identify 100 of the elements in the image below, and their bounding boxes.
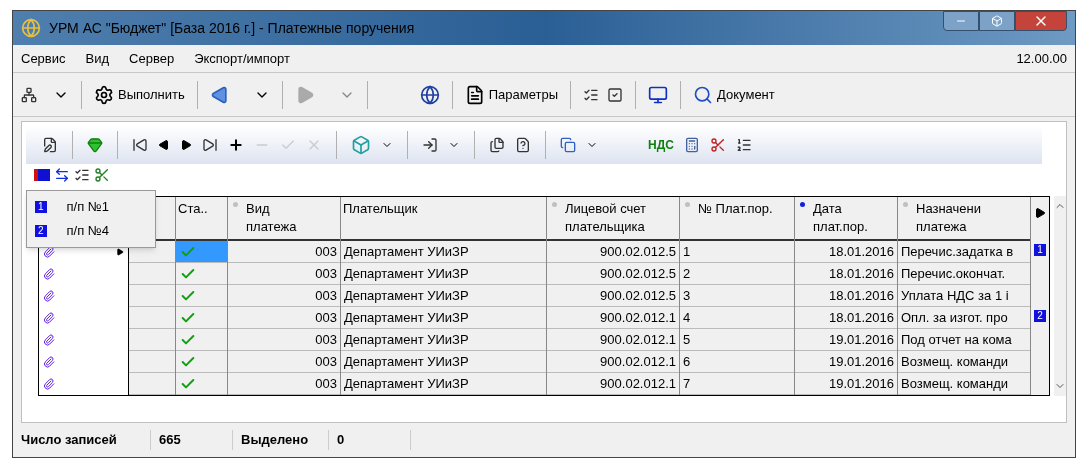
column-header[interactable]: Плательщик (341, 197, 546, 241)
table-cell: 900.02.012.5 (547, 241, 679, 263)
table-cell: Уплата НДС за 1 і (898, 285, 1030, 307)
back-arrow-icon[interactable] (209, 84, 230, 105)
table-cell: Опл. за изгот. про (898, 307, 1030, 329)
cut-icon[interactable] (94, 167, 110, 183)
table-cell: 19.01.2016 (795, 373, 897, 395)
numbered-list-icon[interactable] (735, 137, 752, 153)
version-label: 12.00.00 (1016, 49, 1067, 68)
table-cell: 19.01.2016 (795, 351, 897, 373)
table-cell: 003 (228, 241, 340, 263)
document-button[interactable]: Документ (693, 84, 775, 105)
table-cell: Департамент УИиЗР (341, 263, 546, 285)
table-cell: 003 (228, 329, 340, 351)
table-cell: 900.02.012.5 (547, 285, 679, 307)
globe-icon[interactable] (419, 84, 440, 105)
column-header[interactable]: Дата плат.пор. (795, 197, 897, 241)
table-cell: 003 (228, 373, 340, 395)
table-cell: 900.02.012.1 (547, 329, 679, 351)
bookmark-badge: 2 (1034, 310, 1046, 322)
bookmark-label: п/п №4 (66, 222, 110, 241)
attachment-icon (43, 376, 55, 392)
table-cell: 003 (228, 285, 340, 307)
status-value: 665 (151, 430, 233, 450)
bookmark-badge: 2 (35, 225, 47, 237)
table-cell: 900.02.012.5 (547, 263, 679, 285)
table-cell: Перечис.задатка в (898, 241, 1030, 263)
checkbox-icon[interactable] (607, 86, 624, 103)
table-cell: 18.01.2016 (795, 263, 897, 285)
search-icon (693, 84, 714, 105)
next-record-icon[interactable] (180, 139, 192, 151)
attachment-icon (43, 354, 55, 370)
table-cell: 6 (680, 351, 794, 373)
table-cell: 18.01.2016 (795, 241, 897, 263)
table-cell: 1 (680, 241, 794, 263)
maximize-button[interactable] (979, 11, 1015, 31)
table-cell: 4 (680, 307, 794, 329)
run-button[interactable]: Выполнить (94, 84, 185, 105)
document-question-icon[interactable] (515, 137, 531, 153)
table-cell: Департамент УИиЗР (341, 351, 546, 373)
table-cell: 900.02.012.1 (547, 373, 679, 395)
edit-document-icon[interactable] (42, 137, 58, 153)
add-icon[interactable] (228, 137, 244, 153)
scissors-icon[interactable] (709, 137, 726, 153)
documents-icon[interactable] (489, 137, 505, 153)
monitor-icon[interactable] (648, 84, 669, 105)
table-cell: 7 (680, 373, 794, 395)
checklist-icon[interactable] (74, 167, 90, 183)
column-header[interactable]: Назначени платежа (898, 197, 1030, 241)
parameters-button[interactable]: Параметры (464, 84, 559, 105)
column-header[interactable]: Ста.. (176, 197, 227, 241)
bookmark-badge: 1 (35, 201, 47, 213)
menu-item[interactable]: Сервис (21, 48, 66, 69)
cubes-icon[interactable] (351, 135, 371, 155)
gear-icon (94, 84, 114, 105)
table-cell: Возмещ. команди (898, 351, 1030, 373)
import-icon[interactable] (422, 137, 438, 153)
attachment-icon (43, 332, 55, 348)
gem-icon[interactable] (87, 137, 103, 153)
window-title: УРМ АС "Бюджет" [База 2016 г.] - Платежные поручения (49, 18, 415, 38)
copy-icon[interactable] (560, 137, 576, 153)
attachment-icon (43, 266, 55, 282)
menu-item[interactable]: Вид (85, 48, 110, 69)
table-cell: Департамент УИиЗР (341, 373, 546, 395)
table-cell: 2 (680, 263, 794, 285)
table-cell: 19.01.2016 (795, 329, 897, 351)
table-cell: 3 (680, 285, 794, 307)
column-header[interactable]: № Плат.пор. (680, 197, 794, 241)
close-button[interactable] (1015, 11, 1067, 31)
calculator-icon[interactable] (683, 137, 700, 153)
menu-item[interactable]: Экспорт/импорт (194, 48, 290, 69)
status-label: Выделено (233, 430, 329, 450)
bookmark-badge: 1 (1034, 244, 1046, 256)
table-cell: 900.02.012.1 (547, 307, 679, 329)
table-cell: 003 (228, 263, 340, 285)
last-record-icon[interactable] (202, 137, 218, 153)
table-cell: 003 (228, 307, 340, 329)
scroll-columns-icon[interactable] (1034, 205, 1046, 221)
bookmark-menu-item[interactable]: 1 п/п №1 (27, 195, 155, 219)
vat-button[interactable]: НДС (648, 136, 674, 154)
arrows-icon[interactable] (54, 167, 70, 183)
menu-item[interactable]: Сервер (129, 48, 175, 69)
attachment-icon (43, 310, 55, 326)
column-header[interactable]: Вид платежа (228, 197, 340, 241)
attachment-icon (43, 288, 55, 304)
minimize-button[interactable] (943, 11, 979, 31)
table-cell: Департамент УИиЗР (341, 329, 546, 351)
table-cell: Возмещ. команди (898, 373, 1030, 395)
previous-record-icon[interactable] (158, 139, 170, 151)
table-cell: Перечис.окончат. (898, 263, 1030, 285)
column-header[interactable]: Лицевой счет плательщика (547, 197, 679, 241)
bookmark-menu-item[interactable]: 2 п/п №4 (27, 219, 155, 243)
app-icon (21, 18, 41, 38)
tree-icon[interactable] (21, 86, 37, 103)
table-cell: 18.01.2016 (795, 285, 897, 307)
first-record-icon[interactable] (132, 137, 148, 153)
table-cell: 003 (228, 351, 340, 373)
bookmark-label: п/п №1 (66, 198, 110, 217)
table-cell: 18.01.2016 (795, 307, 897, 329)
table-cell: 900.02.012.1 (547, 351, 679, 373)
